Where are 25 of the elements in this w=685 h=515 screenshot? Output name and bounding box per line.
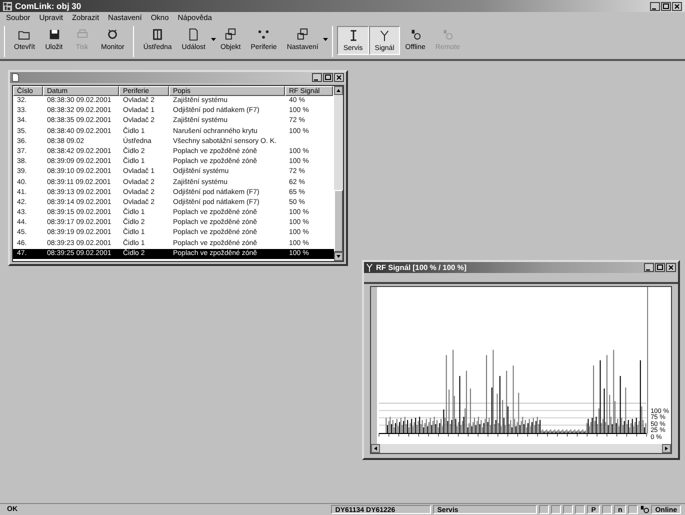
restore-button[interactable] (661, 2, 671, 10)
windows-icon (224, 28, 238, 41)
scrollbar[interactable] (334, 86, 343, 261)
scrollbar[interactable] (371, 444, 671, 453)
antenna-icon (366, 263, 373, 272)
scroll-right-button[interactable] (662, 444, 671, 453)
maximize-button[interactable] (655, 263, 665, 272)
close-button[interactable] (672, 2, 682, 10)
window-title: ComLink: obj 30 (15, 1, 82, 11)
antenna-icon (378, 29, 392, 42)
dropdown-arrow-icon[interactable] (323, 38, 328, 41)
nodes-icon (257, 28, 270, 41)
dropdown-arrow-icon[interactable] (210, 38, 216, 41)
panel-icon (151, 28, 164, 41)
document-icon (12, 73, 19, 82)
minimize-button[interactable] (644, 263, 654, 272)
scroll-thumb[interactable] (334, 190, 343, 252)
scroll-left-button[interactable] (371, 444, 380, 453)
close-button[interactable] (666, 263, 676, 272)
scroll-up-button[interactable] (334, 86, 343, 95)
printer-icon (76, 28, 89, 41)
page-icon (187, 28, 200, 41)
scroll-down-button[interactable] (334, 252, 343, 261)
windows-icon (296, 28, 310, 41)
minimize-button[interactable] (650, 2, 660, 10)
